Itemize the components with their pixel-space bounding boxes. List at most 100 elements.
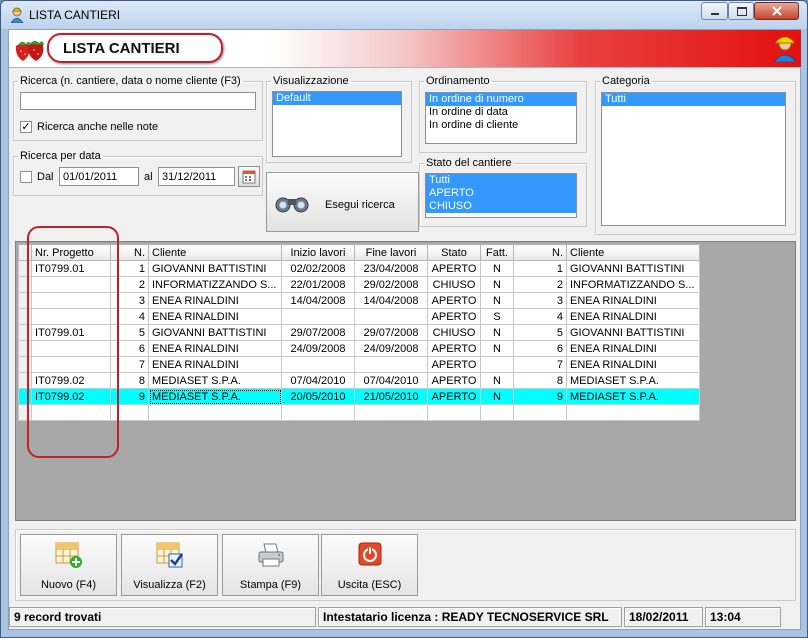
cell-invoiced: N (480, 292, 514, 309)
category-option[interactable]: Tutti (602, 93, 785, 106)
state-option-closed[interactable]: CHIUSO (426, 200, 576, 213)
cell-client: ENEA RINALDINI (148, 340, 282, 357)
cell-start: 24/09/2008 (281, 340, 355, 357)
table-row[interactable]: IT0799.01 1 GIOVANNI BATTISTINI 02/02/20… (18, 260, 700, 277)
calendar-button[interactable] (238, 166, 260, 187)
category-legend: Categoria (602, 75, 650, 87)
state-option-all[interactable]: Tutti (426, 174, 576, 187)
results-table[interactable]: Nr. Progetto N. Cliente Inizio lavori Fi… (18, 244, 700, 421)
cell-n2: 2 (513, 276, 567, 293)
row-indicator (18, 404, 32, 421)
view-table-icon (156, 542, 184, 568)
col-header-end[interactable]: Fine lavori (354, 244, 428, 261)
cell-client: ENEA RINALDINI (148, 308, 282, 325)
table-row-empty[interactable] (18, 404, 700, 421)
cell-n2: 7 (513, 356, 567, 373)
exit-button[interactable]: Uscita (ESC) (321, 534, 418, 596)
col-header-n2[interactable]: N. (513, 244, 567, 261)
ordering-option-date[interactable]: In ordine di data (426, 106, 576, 119)
col-header-n[interactable]: N. (110, 244, 149, 261)
search-notes-checkbox[interactable]: ✓ (20, 121, 32, 133)
cell-end: 23/04/2008 (354, 260, 428, 277)
search-input[interactable] (20, 92, 256, 110)
table-row[interactable]: IT0799.01 5 GIOVANNI BATTISTINI 29/07/20… (18, 324, 700, 341)
col-header-invoiced[interactable]: Fatt. (480, 244, 514, 261)
cell-client2: INFORMATIZZANDO S... (566, 276, 700, 293)
cell-n: 4 (110, 308, 149, 325)
cell-client: GIOVANNI BATTISTINI (148, 324, 282, 341)
cell-n: 8 (110, 372, 149, 389)
cell-n: 3 (110, 292, 149, 309)
table-row[interactable]: IT0799.02 8 MEDIASET S.P.A. 07/04/2010 0… (18, 372, 700, 389)
cell-end: 24/09/2008 (354, 340, 428, 357)
table-row[interactable]: 3 ENEA RINALDINI 14/04/2008 14/04/2008 A… (18, 292, 700, 309)
date-filter-checkbox[interactable] (20, 171, 32, 183)
col-header-client2[interactable]: Cliente (566, 244, 700, 261)
col-header-project[interactable]: Nr. Progetto (31, 244, 111, 261)
execute-search-button[interactable]: Esegui ricerca (266, 172, 419, 232)
row-indicator (18, 276, 32, 293)
cell-state: APERTO (427, 308, 481, 325)
col-header-client[interactable]: Cliente (148, 244, 282, 261)
checkmark-icon: ✓ (21, 121, 31, 133)
cell-project (31, 308, 111, 325)
cell-end: 29/07/2008 (354, 324, 428, 341)
cell-end: 21/05/2010 (354, 388, 428, 405)
ordering-option-number[interactable]: In ordine di numero (426, 93, 576, 106)
cell-n: 5 (110, 324, 149, 341)
print-button[interactable]: Stampa (F9) (222, 534, 319, 596)
status-bar: 9 record trovati Intestatario licenza : … (9, 605, 800, 629)
view-button[interactable]: Visualizza (F2) (121, 534, 218, 596)
table-row[interactable]: 2 INFORMATIZZANDO S... 22/01/2008 29/02/… (18, 276, 700, 293)
exit-button-label: Uscita (ESC) (337, 579, 402, 591)
table-row[interactable]: 7 ENEA RINALDINI APERTO 7 ENEA RINALDINI (18, 356, 700, 373)
close-icon (772, 6, 782, 16)
cell-end (354, 308, 428, 325)
table-row[interactable]: 4 ENEA RINALDINI APERTO S 4 ENEA RINALDI… (18, 308, 700, 325)
table-header-row: Nr. Progetto N. Cliente Inizio lavori Fi… (18, 244, 700, 261)
cell-invoiced (480, 356, 514, 373)
cell-start: 07/04/2010 (281, 372, 355, 389)
cell-client: INFORMATIZZANDO S... (148, 276, 282, 293)
maximize-button[interactable] (728, 2, 754, 20)
new-table-icon (55, 542, 82, 568)
col-header-state[interactable]: Stato (427, 244, 481, 261)
ordering-option-client[interactable]: In ordine di cliente (426, 119, 576, 132)
date-from-input[interactable] (59, 167, 139, 186)
close-button[interactable] (754, 2, 799, 20)
category-listbox[interactable]: Tutti (601, 92, 786, 226)
row-indicator (18, 388, 32, 405)
cell-client2: MEDIASET S.P.A. (566, 372, 700, 389)
cell-client: ENEA RINALDINI (148, 292, 282, 309)
view-listbox[interactable]: Default (272, 91, 402, 157)
cell-client2: ENEA RINALDINI (566, 340, 700, 357)
page-title: LISTA CANTIERI (63, 40, 180, 57)
user-app-icon (10, 7, 24, 23)
cell-n: 6 (110, 340, 149, 357)
cell-state: APERTO (427, 340, 481, 357)
view-option[interactable]: Default (273, 92, 401, 105)
table-row-selected[interactable]: IT0799.02 9 MEDIASET S.P.A. 20/05/2010 2… (18, 388, 700, 405)
date-search-legend: Ricerca per data (20, 150, 101, 162)
cell-n2: 1 (513, 260, 567, 277)
date-to-input[interactable] (158, 167, 235, 186)
record-count-status: 9 record trovati (9, 607, 316, 627)
cell-project: IT0799.02 (31, 372, 111, 389)
col-header-start[interactable]: Inizio lavori (281, 244, 355, 261)
cell-state: CHIUSO (427, 324, 481, 341)
minimize-icon (711, 13, 719, 15)
new-button[interactable]: Nuovo (F4) (20, 534, 117, 596)
cell-start: 14/04/2008 (281, 292, 355, 309)
power-icon (358, 542, 382, 566)
table-row[interactable]: 6 ENEA RINALDINI 24/09/2008 24/09/2008 A… (18, 340, 700, 357)
cell-invoiced: N (480, 372, 514, 389)
ordering-listbox[interactable]: In ordine di numero In ordine di data In… (425, 92, 577, 144)
results-grid-area: Nr. Progetto N. Cliente Inizio lavori Fi… (15, 241, 796, 521)
state-option-open[interactable]: APERTO (426, 187, 576, 200)
minimize-button[interactable] (701, 2, 728, 20)
cell-project: IT0799.01 (31, 260, 111, 277)
cell-start: 20/05/2010 (281, 388, 355, 405)
state-listbox[interactable]: Tutti APERTO CHIUSO (425, 173, 577, 218)
cell-client: GIOVANNI BATTISTINI (148, 260, 282, 277)
al-label: al (144, 171, 153, 183)
